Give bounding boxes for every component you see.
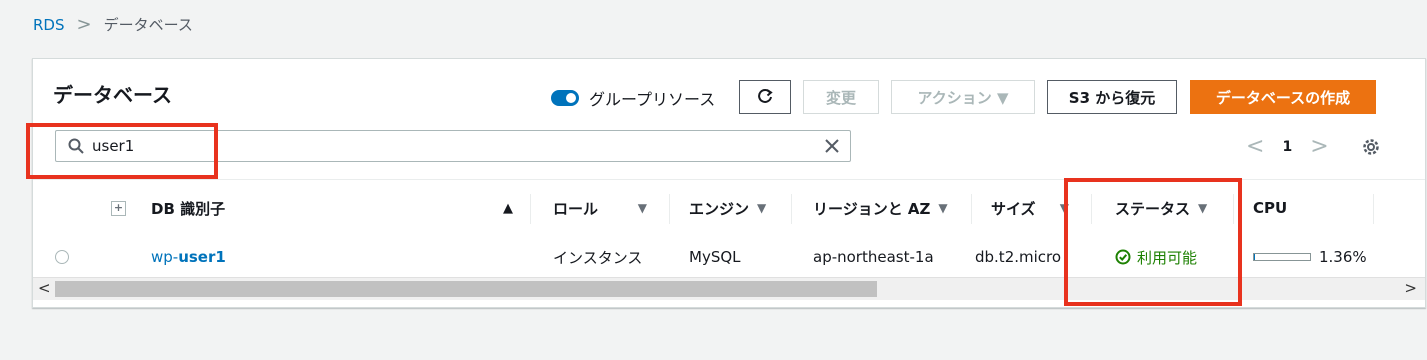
sort-icon[interactable]: ▼ [757,201,766,215]
column-label: リージョンと AZ [813,199,931,218]
cpu-usage-fill [1254,254,1255,260]
scrollbar-thumb[interactable] [55,281,877,297]
column-divider [791,194,792,224]
column-region-az[interactable]: リージョンと AZ ▼ [813,180,948,236]
status-cell: 利用可能 [1115,236,1197,278]
breadcrumb-current: データベース [103,16,193,34]
column-divider [1373,194,1374,224]
db-identifier-match: user1 [178,248,226,266]
column-size[interactable]: サイズ ▼ [991,180,1069,236]
column-divider [669,194,670,224]
column-divider [1233,194,1234,224]
breadcrumb: RDS > データベース [33,14,193,35]
column-divider [971,194,972,224]
cpu-usage-bar [1253,253,1311,261]
databases-panel: データベース グループリソース 変更 アクション ▼ S3 から復元 データベー… [32,58,1426,308]
column-label: サイズ [991,199,1036,218]
column-divider [1091,194,1092,224]
sort-icon[interactable]: ▼ [638,201,647,215]
sort-icon[interactable]: ▼ [1198,201,1207,215]
table-header: + DB 識別子 ▲ ロール ▼ エンジン ▼ リージョンと AZ ▼ サイズ … [33,179,1425,237]
sort-icon[interactable]: ▼ [1060,201,1069,215]
pagination: < 1 > [1246,134,1329,159]
column-engine[interactable]: エンジン ▼ [689,180,766,236]
horizontal-scrollbar[interactable]: < > [33,277,1425,300]
db-identifier-link[interactable]: wp-user1 [151,248,226,266]
scroll-left-icon[interactable]: < [38,279,51,297]
column-db-identifier[interactable]: DB 識別子 ▲ [151,180,513,236]
column-role[interactable]: ロール ▼ [553,180,647,236]
group-resources-toggle[interactable]: グループリソース [551,86,715,110]
actions-dropdown[interactable]: アクション ▼ [891,80,1035,114]
row-select-radio[interactable] [55,236,69,278]
cpu-cell: 1.36% [1253,236,1367,278]
next-page-button[interactable]: > [1310,134,1328,159]
table-row[interactable]: wp-user1 インスタンス MySQL ap-northeast-1a db… [33,236,1425,278]
radio-button[interactable] [55,250,69,264]
refresh-icon [758,88,773,103]
group-resources-label: グループリソース [589,90,716,109]
db-identifier-prefix: wp- [151,248,179,266]
current-page[interactable]: 1 [1282,139,1292,155]
create-database-button[interactable]: データベースの作成 [1190,80,1376,114]
cpu-value: 1.36% [1319,248,1367,266]
expand-all-toggle[interactable]: + [111,180,126,236]
check-circle-icon [1115,249,1131,265]
expand-icon[interactable]: + [111,200,126,216]
search-input[interactable]: user1 [55,130,851,162]
breadcrumb-rds-link[interactable]: RDS [33,16,65,34]
breadcrumb-separator: > [76,14,92,35]
column-label: エンジン [689,199,750,218]
toggle-switch[interactable] [551,90,579,106]
panel-title: データベース [53,83,172,107]
column-label: ロール [553,199,599,218]
status-label: 利用可能 [1137,248,1198,267]
role-cell: インスタンス [553,248,643,267]
column-label: CPU [1253,199,1288,217]
modify-button[interactable]: 変更 [803,80,879,114]
region-cell: ap-northeast-1a [813,248,934,266]
scroll-right-icon[interactable]: > [1404,279,1417,297]
prev-page-button[interactable]: < [1246,134,1264,159]
column-status[interactable]: ステータス ▼ [1115,180,1207,236]
sort-icon[interactable]: ▼ [938,201,947,215]
refresh-button[interactable] [739,80,791,114]
search-value[interactable]: user1 [92,137,824,155]
db-identifier-cell: wp-user1 [151,236,226,278]
column-label: DB 識別子 [151,199,226,218]
restore-from-s3-button[interactable]: S3 から復元 [1047,80,1177,114]
clear-icon[interactable] [824,138,840,154]
sort-asc-icon[interactable]: ▲ [503,201,513,216]
column-label: ステータス [1115,199,1191,218]
gear-icon[interactable] [1361,137,1381,157]
engine-cell: MySQL [689,248,741,266]
size-cell: db.t2.micro [975,248,1062,266]
search-icon [68,138,84,154]
column-cpu[interactable]: CPU [1253,180,1287,236]
column-divider [530,194,531,224]
